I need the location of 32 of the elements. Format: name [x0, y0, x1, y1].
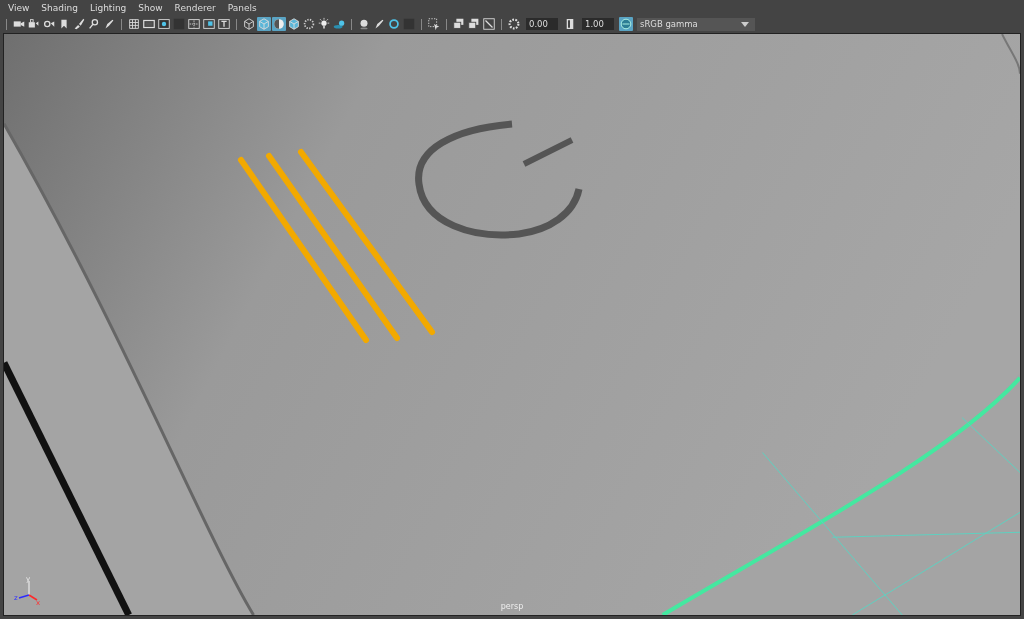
gamma-field[interactable]: 1.00: [582, 18, 614, 30]
caret-icon: [741, 21, 749, 27]
frame-icon[interactable]: [482, 17, 496, 31]
shaded-cube-icon[interactable]: [287, 17, 301, 31]
camera-name-label: persp: [500, 602, 524, 611]
menu-item[interactable]: Renderer: [174, 3, 216, 13]
camera-lock-icon[interactable]: [27, 17, 41, 31]
stacked-squares-icon[interactable]: [452, 17, 466, 31]
square-frame-icon[interactable]: [202, 17, 216, 31]
half-shaded-circle-icon[interactable]: [272, 17, 286, 31]
color-management-icon[interactable]: [619, 17, 633, 31]
aperture-icon[interactable]: [507, 17, 521, 31]
light-bulb-icon[interactable]: [317, 17, 331, 31]
menu-item[interactable]: Lighting: [89, 3, 127, 13]
stacked-squares-icon[interactable]: [467, 17, 481, 31]
exposure-field[interactable]: 0.00: [526, 18, 558, 30]
magnifier-icon[interactable]: [87, 17, 101, 31]
selection-icon[interactable]: [427, 17, 441, 31]
wireframe-cube-icon[interactable]: [242, 17, 256, 31]
menu-item[interactable]: Show: [138, 3, 163, 13]
menu-item[interactable]: View: [8, 3, 30, 13]
crosshair-icon[interactable]: [187, 17, 201, 31]
color-space-dropdown[interactable]: sRGB gamma: [637, 17, 755, 31]
text-frame-icon[interactable]: [217, 17, 231, 31]
grid-icon[interactable]: [127, 17, 141, 31]
dotted-circle-icon[interactable]: [302, 17, 316, 31]
ring-icon[interactable]: [387, 17, 401, 31]
menu-item[interactable]: Shading: [41, 3, 78, 13]
brush-icon[interactable]: [72, 17, 86, 31]
menu-item[interactable]: Panels: [227, 3, 257, 13]
film-gate-icon[interactable]: [142, 17, 156, 31]
dot-frame-icon[interactable]: [157, 17, 171, 31]
